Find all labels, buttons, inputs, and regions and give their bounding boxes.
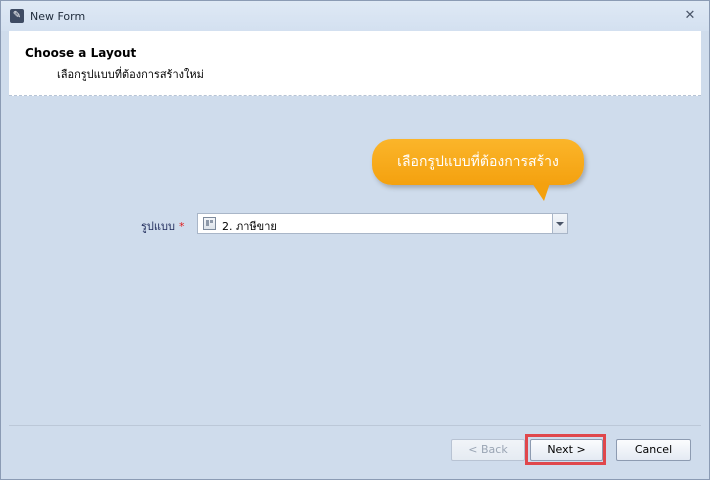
title-bar: ✎ New Form ✕ xyxy=(1,1,709,31)
page-subtitle: เลือกรูปแบบที่ต้องการสร้างใหม่ xyxy=(57,68,204,81)
layout-label: รูปแบบ * xyxy=(141,217,184,235)
back-button[interactable]: < Back xyxy=(451,439,525,461)
layout-select[interactable]: 2. ภาษีขาย xyxy=(197,213,568,234)
wizard-content xyxy=(9,97,701,425)
hint-tooltip-tail xyxy=(532,183,550,201)
hint-tooltip: เลือกรูปแบบที่ต้องการสร้าง xyxy=(372,139,584,185)
layout-select-value: 2. ภาษีขาย xyxy=(222,220,277,233)
layout-item-icon xyxy=(203,217,216,230)
chevron-down-icon[interactable] xyxy=(552,214,567,233)
close-icon[interactable]: ✕ xyxy=(683,9,697,23)
page-title: Choose a Layout xyxy=(25,46,137,60)
window-title: New Form xyxy=(30,10,86,23)
layout-label-text: รูปแบบ xyxy=(141,220,175,233)
new-form-dialog: ✎ New Form ✕ Choose a Layout เลือกรูปแบบ… xyxy=(0,0,710,480)
required-mark: * xyxy=(178,220,185,233)
next-button-highlight xyxy=(525,434,606,465)
app-icon: ✎ xyxy=(10,9,24,23)
cancel-button[interactable]: Cancel xyxy=(616,439,691,461)
wizard-header: Choose a Layout เลือกรูปแบบที่ต้องการสร้… xyxy=(9,31,701,96)
